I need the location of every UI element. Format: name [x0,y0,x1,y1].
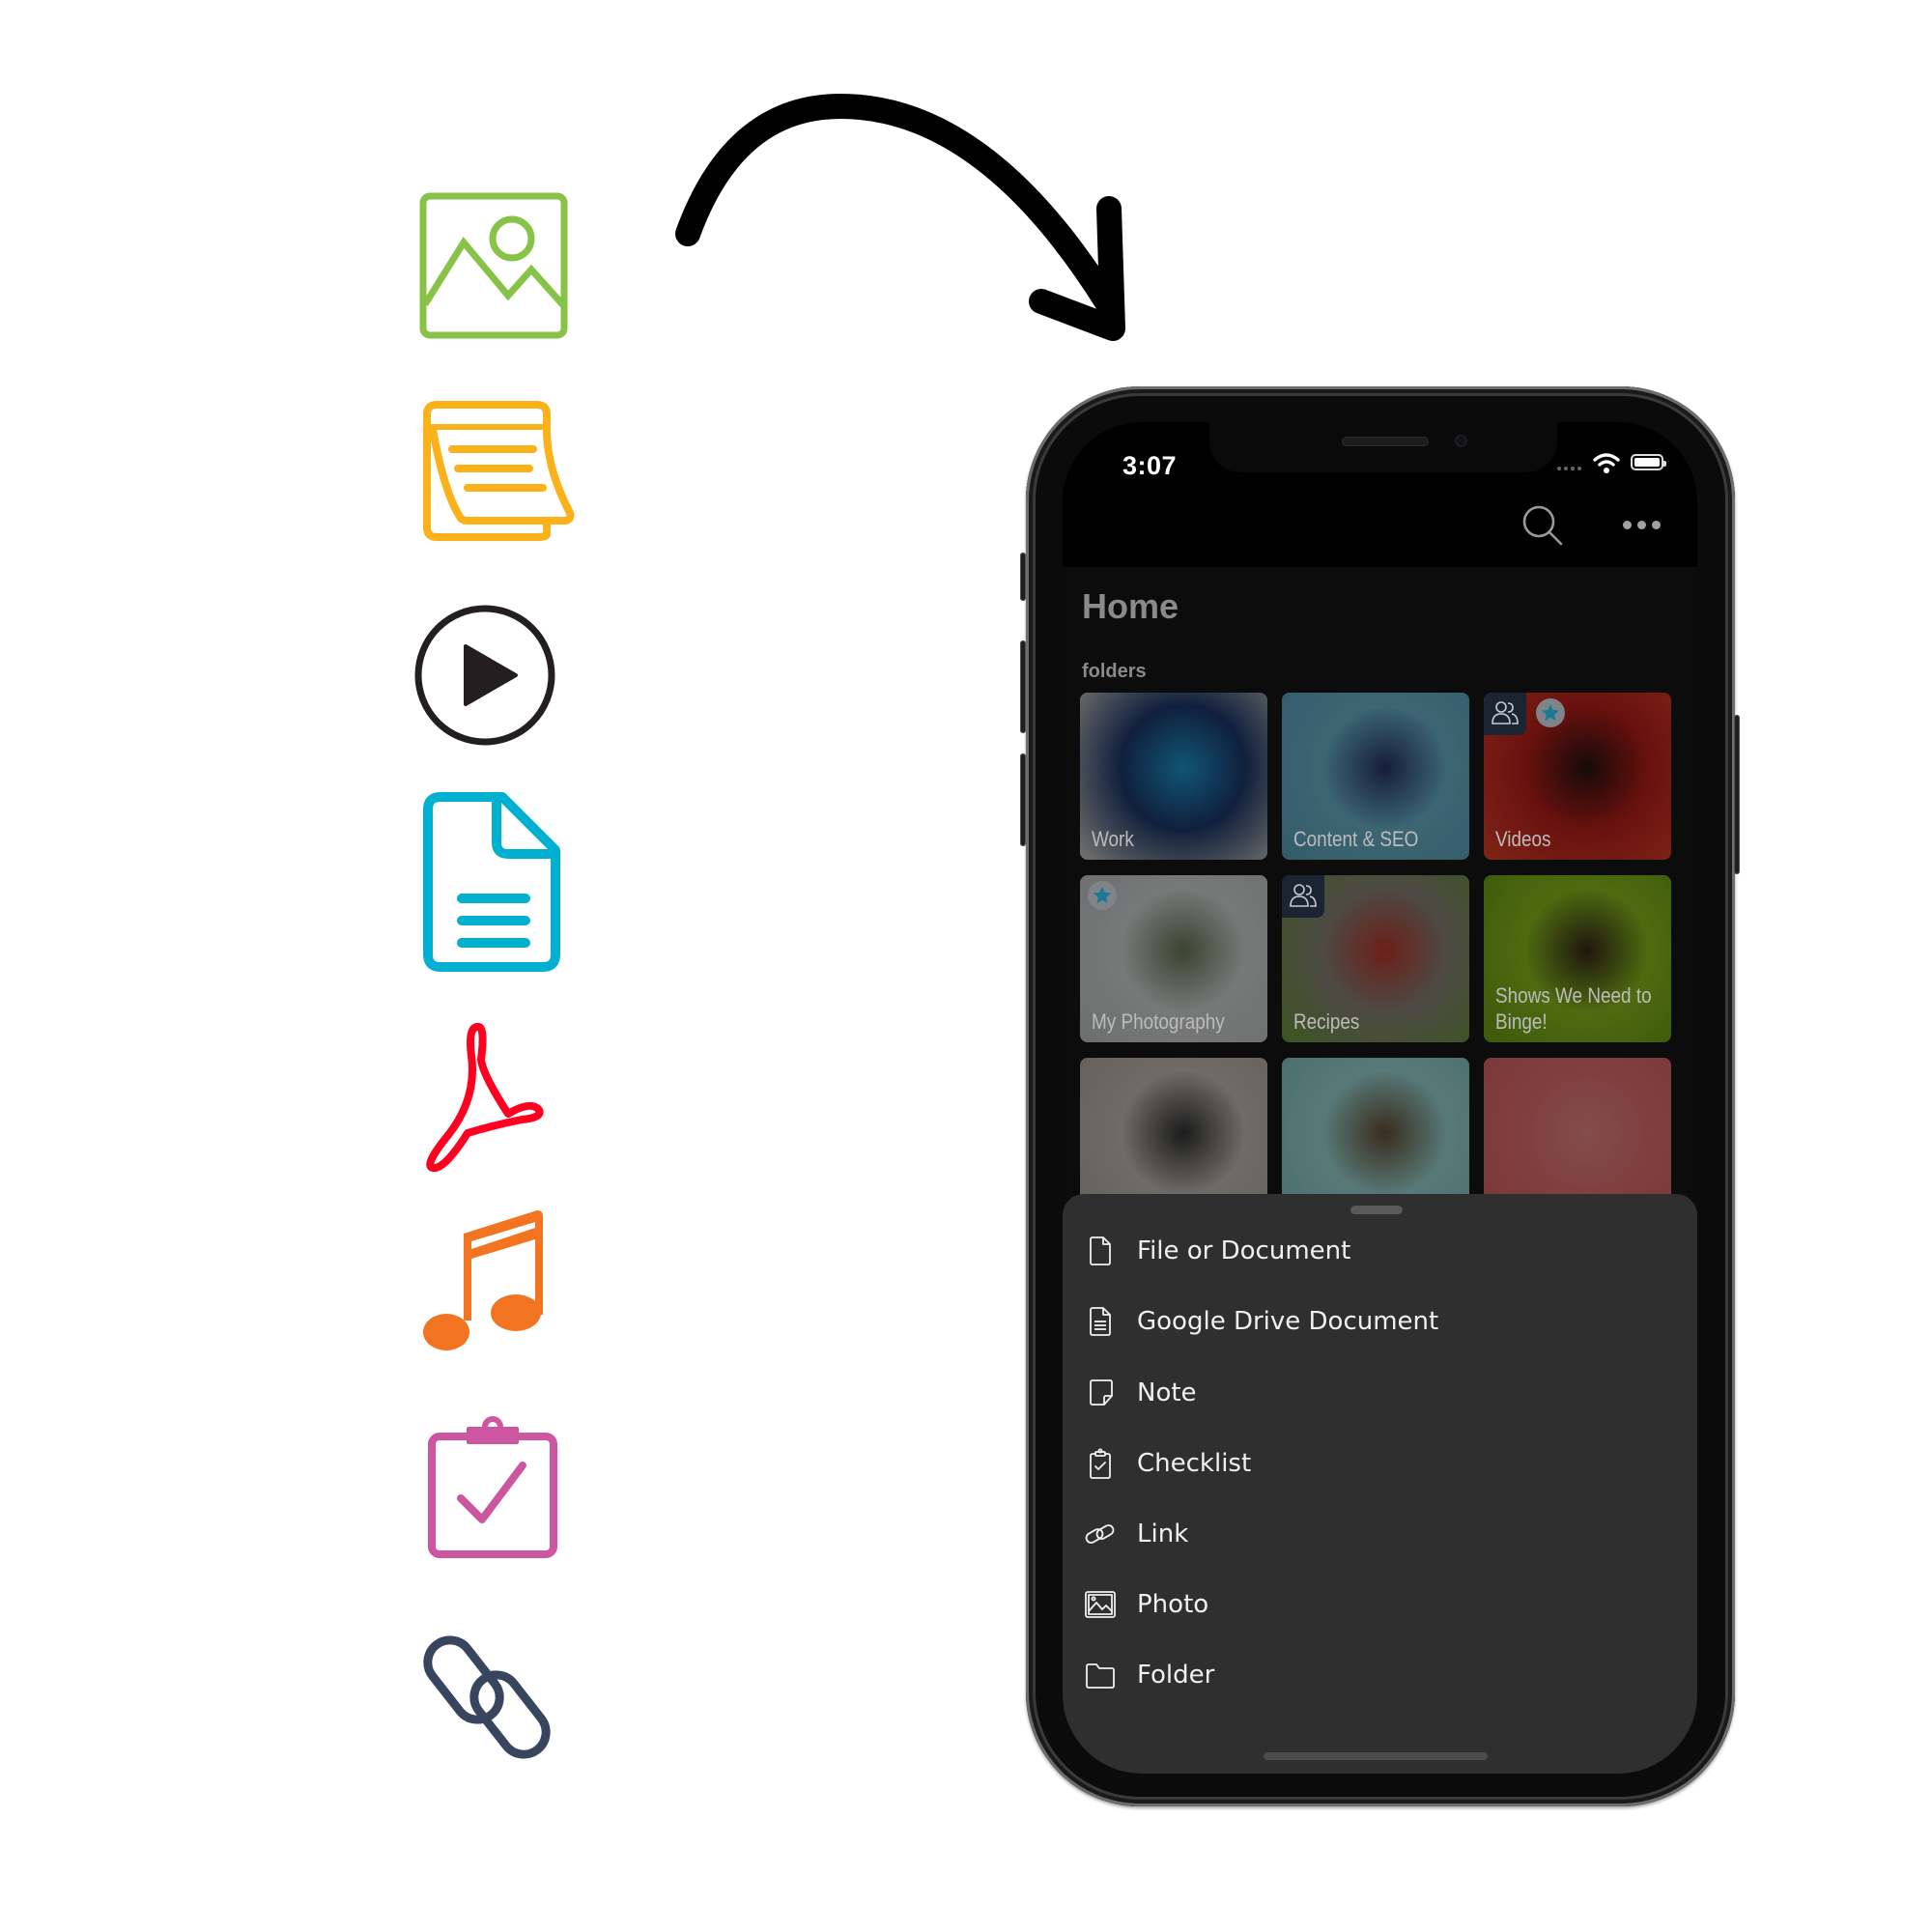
volume-up-button [1020,640,1026,733]
volume-down-button [1020,753,1026,846]
menu-item-google-drive-document[interactable]: Google Drive Document [1063,1293,1697,1350]
photo-icon [1084,1588,1117,1621]
folder-tile[interactable]: Shows We Need to Binge! [1484,875,1671,1042]
folder-label: Recipes [1293,1009,1360,1034]
menu-item-checklist[interactable]: Checklist [1063,1435,1697,1492]
file-icon [1084,1235,1117,1267]
more-options-button[interactable] [1623,513,1667,536]
shared-folder-icon [1484,693,1526,735]
music-type-icon [423,1207,545,1353]
link-icon [1084,1518,1117,1550]
status-time: 3:07 [1122,451,1178,480]
video-type-icon [413,605,556,746]
checklist-type-icon [428,1416,557,1558]
search-icon [1522,505,1563,546]
battery-icon [1631,454,1666,470]
menu-item-label: File or Document [1137,1236,1351,1265]
search-button[interactable] [1520,503,1565,548]
folder-label: Work [1092,827,1134,851]
favorite-star-icon [1536,698,1565,727]
power-button [1734,715,1740,874]
link-type-icon [423,1624,551,1769]
menu-item-folder[interactable]: Folder [1063,1646,1697,1704]
phone-screen: 3:07 Home folders Work Content & SEO Video… [1063,422,1697,1774]
curved-arrow-icon [675,94,1125,341]
folder-tile[interactable]: Recipes [1282,875,1469,1042]
wifi-icon [1592,451,1621,474]
menu-item-file-or-document[interactable]: File or Document [1063,1222,1697,1280]
document-type-icon [423,792,560,972]
front-camera [1455,435,1467,447]
menu-item-label: Link [1137,1520,1189,1548]
mute-switch [1020,553,1026,601]
shared-folder-icon [1282,875,1324,918]
image-type-icon [419,192,568,339]
pdf-type-icon [423,1021,545,1173]
top-bar: 3:07 [1063,422,1697,567]
menu-item-label: Folder [1137,1661,1215,1690]
folder-label: Shows We Need to Binge! [1495,983,1652,1034]
note-type-icon [423,401,575,541]
folder-tile[interactable]: Work [1080,693,1267,860]
folder-tile[interactable]: Content & SEO [1282,693,1469,860]
folder-label: My Photography [1092,1009,1225,1034]
folder-tile[interactable]: Videos [1484,693,1671,860]
section-label-folders: folders [1082,661,1147,682]
note-icon [1084,1377,1117,1409]
menu-item-label: Note [1137,1378,1197,1407]
page-title: Home [1082,586,1179,626]
menu-item-photo[interactable]: Photo [1063,1576,1697,1634]
notch [1209,422,1557,472]
google-drive-document-icon [1084,1305,1117,1338]
favorite-star-icon [1088,881,1117,910]
more-horizontal-icon [1623,520,1632,529]
menu-item-note[interactable]: Note [1063,1364,1697,1422]
menu-item-label: Google Drive Document [1137,1307,1439,1336]
folder-icon [1084,1659,1117,1691]
folder-label: Content & SEO [1293,827,1419,851]
menu-item-label: Photo [1137,1590,1209,1619]
menu-item-label: Checklist [1137,1449,1252,1478]
add-item-sheet: File or Document Google Drive Document N… [1063,1194,1697,1774]
menu-item-link[interactable]: Link [1063,1505,1697,1563]
home-indicator[interactable] [1264,1752,1488,1760]
folder-label: Videos [1495,827,1551,851]
folder-tile[interactable]: My Photography [1080,875,1267,1042]
sheet-grabber-handle[interactable] [1350,1206,1403,1214]
checklist-icon [1084,1447,1117,1480]
cellular-signal-icon [1557,467,1586,472]
speaker-grille [1342,437,1429,446]
